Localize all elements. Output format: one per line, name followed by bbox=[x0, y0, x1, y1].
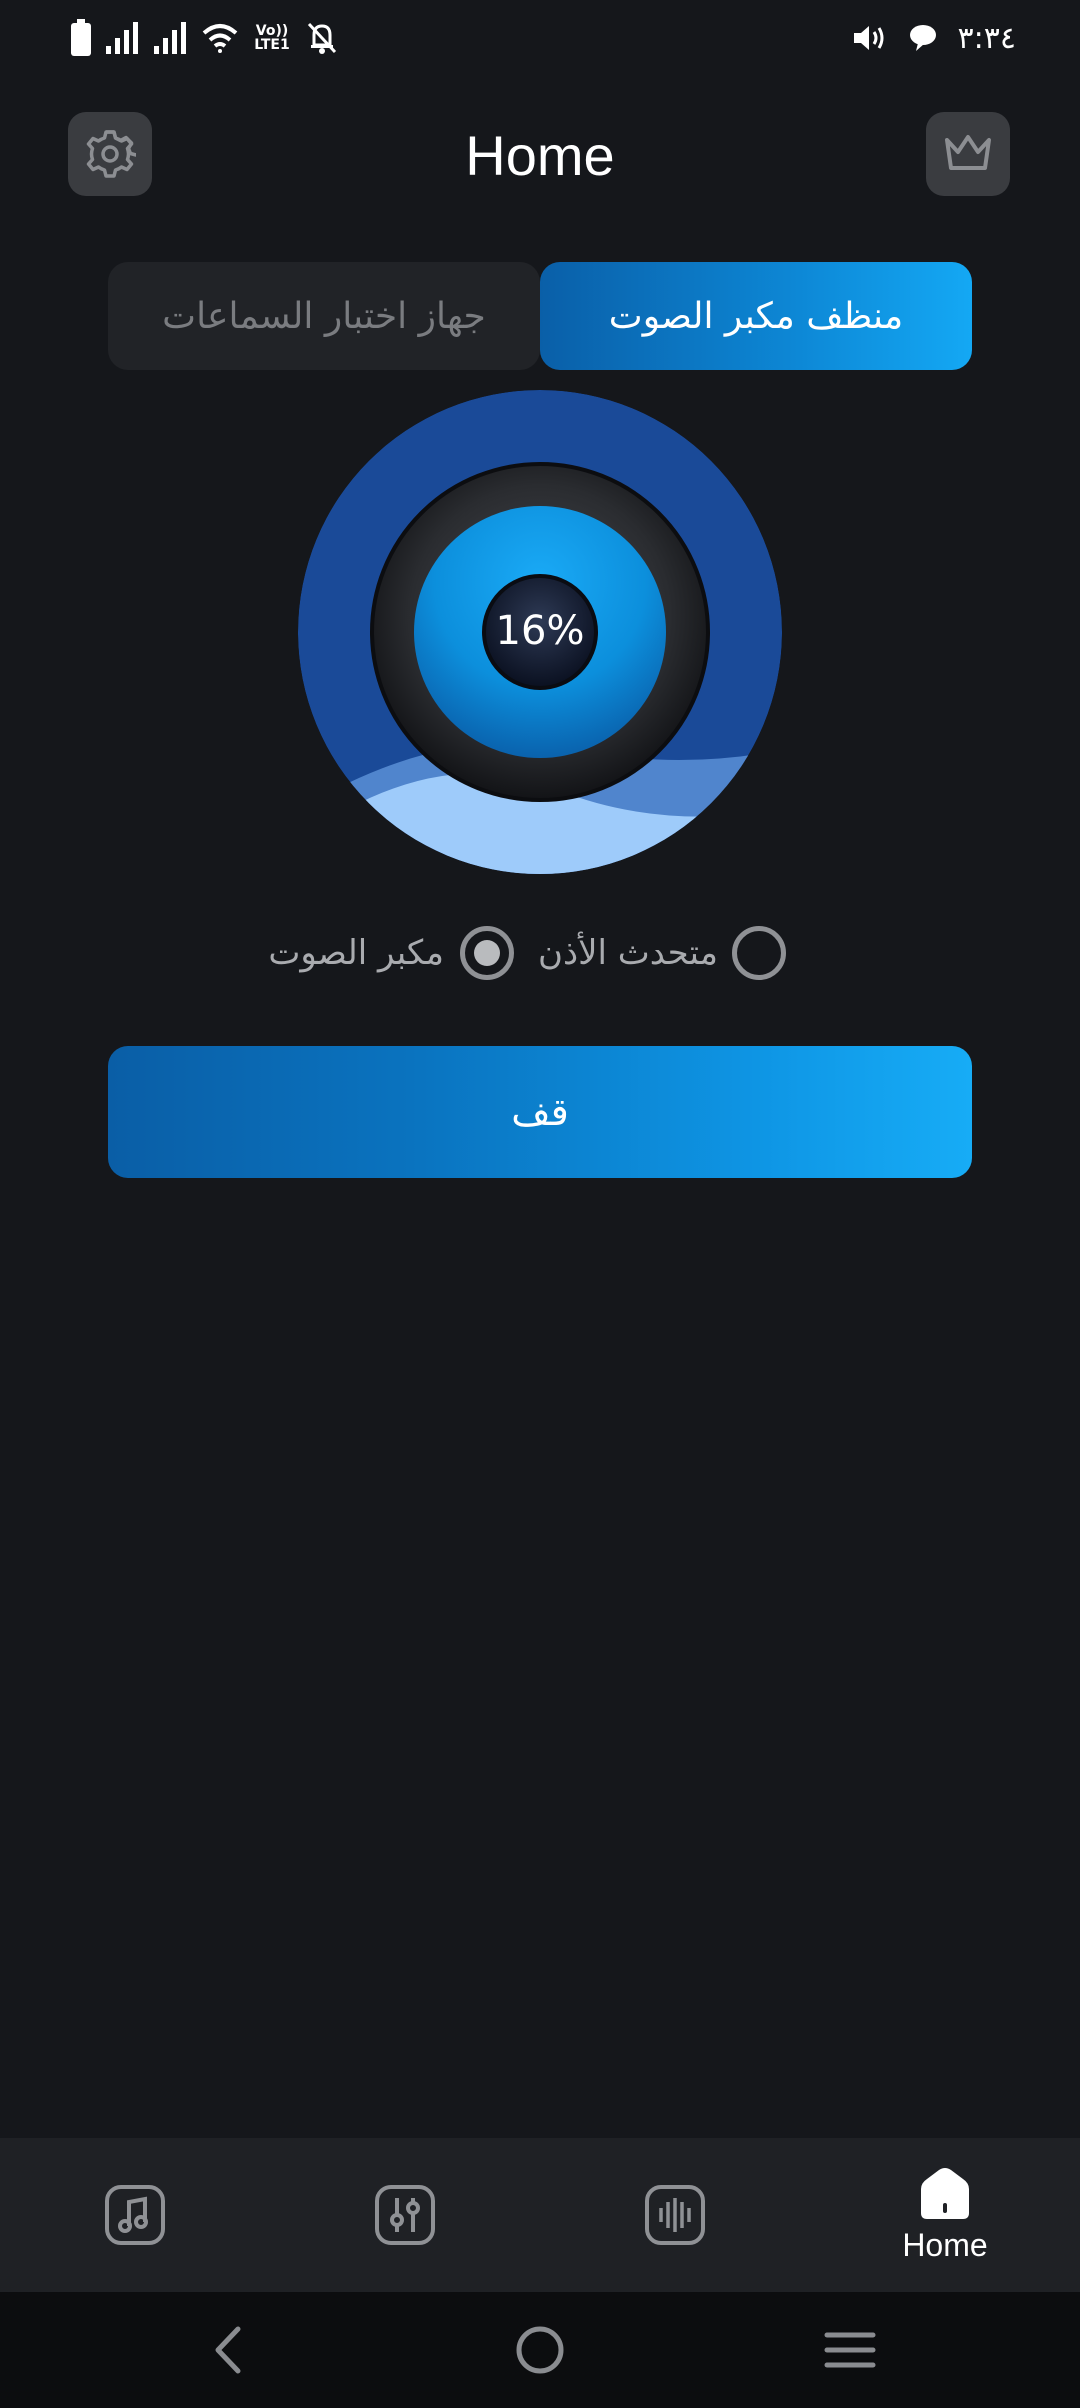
mode-tabs: جهاز اختبار السماعات منظف مكبر الصوت bbox=[108, 262, 972, 370]
stop-button[interactable]: قف bbox=[108, 1046, 972, 1178]
home-circle-icon bbox=[516, 2326, 564, 2374]
home-icon bbox=[921, 2167, 969, 2219]
radio-selected-dot bbox=[474, 940, 500, 966]
nav-item-equalizer[interactable] bbox=[270, 2138, 540, 2292]
status-left: Vo)) LTE1 bbox=[70, 18, 338, 58]
premium-button[interactable] bbox=[926, 112, 1010, 196]
bottom-nav: Home bbox=[0, 2138, 1080, 2292]
signal-icon bbox=[154, 22, 186, 54]
crown-icon bbox=[945, 135, 991, 170]
volte-label-top: Vo)) bbox=[255, 23, 289, 39]
wifi-icon bbox=[202, 24, 238, 53]
screen: Vo)) LTE1 ٣:٣٤ Home جهاز اختبار السماعات… bbox=[0, 0, 1080, 2408]
volte-icon: Vo)) LTE1 bbox=[252, 24, 292, 52]
music-note-icon bbox=[105, 2185, 165, 2245]
status-right: ٣:٣٤ bbox=[852, 18, 1016, 58]
speaker-option-label[interactable]: مكبر الصوت bbox=[268, 926, 444, 980]
system-menu-button[interactable] bbox=[790, 2312, 910, 2388]
tab-speaker-cleaner[interactable]: منظف مكبر الصوت bbox=[540, 262, 972, 370]
signal-icon bbox=[106, 22, 138, 54]
status-bar: Vo)) LTE1 ٣:٣٤ bbox=[0, 0, 1080, 76]
nav-item-home[interactable]: Home bbox=[810, 2138, 1080, 2292]
back-icon bbox=[215, 2326, 241, 2374]
tab-headphone-tester[interactable]: جهاز اختبار السماعات bbox=[108, 262, 540, 370]
system-back-button[interactable] bbox=[168, 2312, 288, 2388]
page-title: Home bbox=[465, 124, 615, 187]
earpiece-option-label[interactable]: متحدث الأذن bbox=[538, 926, 718, 980]
equalizer-icon bbox=[375, 2185, 435, 2245]
menu-icon bbox=[824, 2332, 876, 2368]
earpiece-radio[interactable] bbox=[732, 926, 786, 980]
bell-off-icon bbox=[307, 22, 337, 54]
status-time: ٣:٣٤ bbox=[957, 20, 1016, 56]
nav-item-sound-wave[interactable] bbox=[540, 2138, 810, 2292]
nav-home-label: Home bbox=[902, 2226, 988, 2263]
speaker-radio[interactable] bbox=[460, 926, 514, 980]
volte-label-bottom: LTE1 bbox=[254, 37, 290, 53]
system-nav-bar bbox=[0, 2292, 1080, 2408]
system-home-button[interactable] bbox=[480, 2312, 600, 2388]
volume-icon bbox=[853, 26, 884, 50]
nav-item-music[interactable] bbox=[0, 2138, 270, 2292]
dial-percent-label: 16% bbox=[495, 608, 585, 654]
chat-icon bbox=[909, 25, 936, 51]
output-selector: مكبر الصوت متحدث الأذن bbox=[0, 920, 1080, 986]
battery-icon bbox=[71, 19, 91, 56]
sound-wave-icon bbox=[645, 2185, 705, 2245]
